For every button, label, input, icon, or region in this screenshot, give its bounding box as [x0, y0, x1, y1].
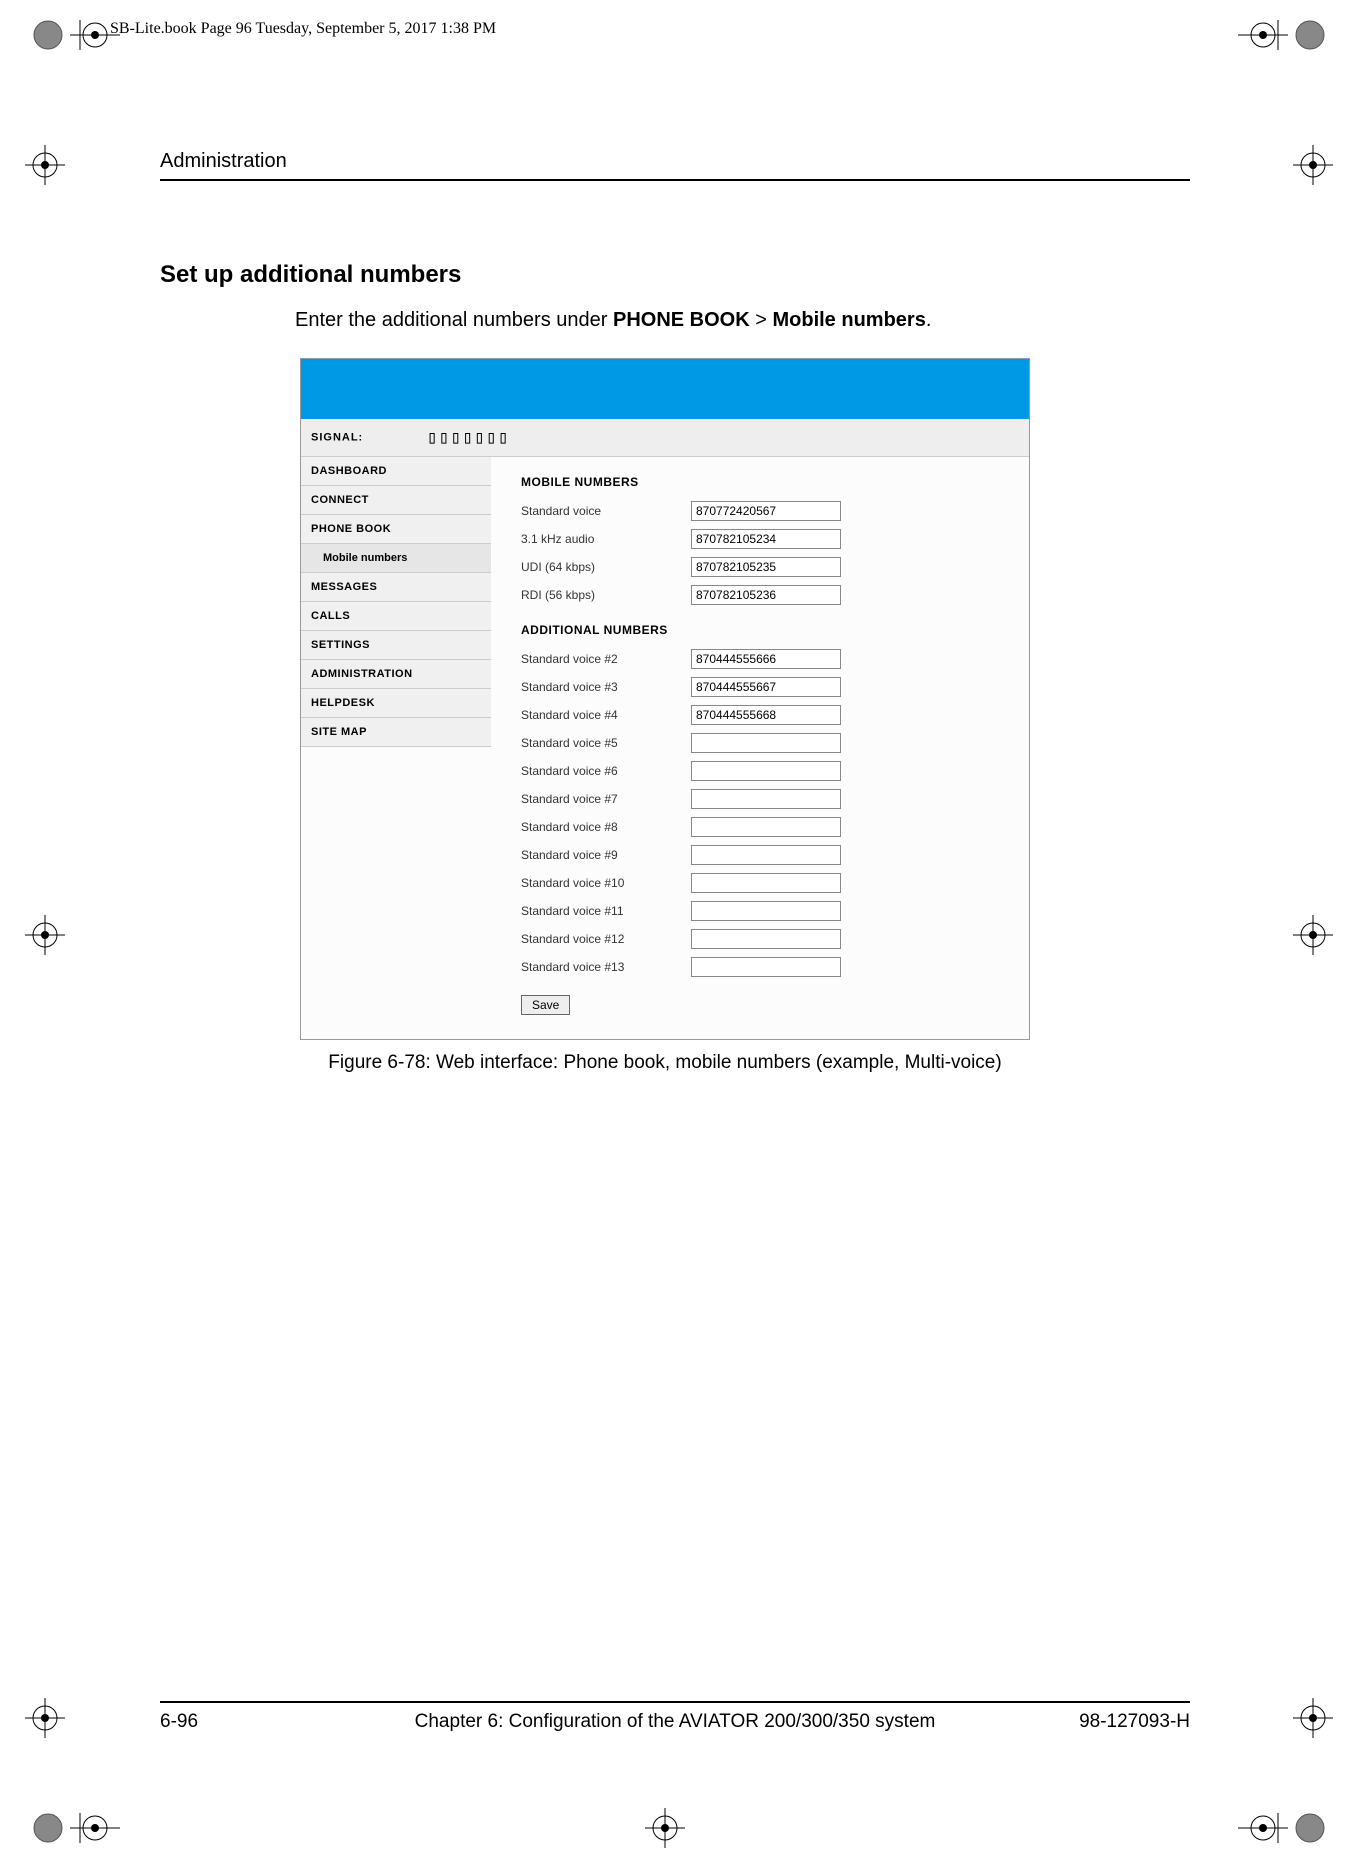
additional-number-row: Standard voice #7 [521, 789, 1009, 809]
additional-number-input[interactable] [691, 705, 841, 725]
nav-helpdesk[interactable]: HELPDESK [301, 689, 491, 718]
crop-header-text: SB-Lite.book Page 96 Tuesday, September … [110, 20, 496, 38]
additional-number-input[interactable] [691, 873, 841, 893]
additional-number-label: Standard voice #13 [521, 960, 691, 974]
nav-mobile-numbers[interactable]: Mobile numbers [301, 544, 491, 573]
mobile-number-input[interactable] [691, 501, 841, 521]
figure-caption: Figure 6-78: Web interface: Phone book, … [295, 1052, 1035, 1074]
additional-number-input[interactable] [691, 957, 841, 977]
additional-number-input[interactable] [691, 733, 841, 753]
additional-number-input[interactable] [691, 677, 841, 697]
additional-number-label: Standard voice #6 [521, 764, 691, 778]
additional-number-input[interactable] [691, 817, 841, 837]
figure: SIGNAL: ▯▯▯▯▯▯▯ DASHBOARD CONNECT PHONE … [295, 358, 1035, 1074]
crop-mark-icon [30, 10, 120, 60]
additional-number-row: Standard voice #10 [521, 873, 1009, 893]
crop-mark-icon [1288, 140, 1338, 190]
save-button[interactable]: Save [521, 995, 570, 1015]
nav-connect[interactable]: CONNECT [301, 486, 491, 515]
section-title: Set up additional numbers [160, 261, 1190, 289]
body-text-bold-phonebook: PHONE BOOK [613, 309, 750, 331]
additional-number-row: Standard voice #6 [521, 761, 1009, 781]
mobile-number-label: Standard voice [521, 504, 691, 518]
additional-number-label: Standard voice #11 [521, 904, 691, 918]
footer-chapter: Chapter 6: Configuration of the AVIATOR … [360, 1711, 990, 1733]
running-head: Administration [160, 150, 1190, 181]
additional-number-label: Standard voice #7 [521, 792, 691, 806]
crop-mark-icon [1238, 1803, 1328, 1853]
nav-administration[interactable]: ADMINISTRATION [301, 660, 491, 689]
webui-body: DASHBOARD CONNECT PHONE BOOK Mobile numb… [301, 457, 1029, 1039]
additional-number-label: Standard voice #8 [521, 820, 691, 834]
additional-number-row: Standard voice #5 [521, 733, 1009, 753]
page-content: Administration Set up additional numbers… [160, 150, 1190, 1074]
mobile-number-input[interactable] [691, 585, 841, 605]
mobile-number-row: RDI (56 kbps) [521, 585, 1009, 605]
mobile-number-row: 3.1 kHz audio [521, 529, 1009, 549]
nav-phonebook[interactable]: PHONE BOOK [301, 515, 491, 544]
mobile-number-row: UDI (64 kbps) [521, 557, 1009, 577]
mobile-number-row: Standard voice [521, 501, 1009, 521]
additional-number-input[interactable] [691, 845, 841, 865]
webui-header-bar [301, 359, 1029, 419]
additional-number-row: Standard voice #4 [521, 705, 1009, 725]
crop-mark-icon [30, 1803, 120, 1853]
footer-doc-number: 98-127093-H [990, 1711, 1190, 1733]
body-text: Enter the additional numbers under PHONE… [295, 309, 1190, 332]
additional-number-label: Standard voice #12 [521, 932, 691, 946]
additional-number-input[interactable] [691, 901, 841, 921]
crop-mark-icon [640, 1803, 690, 1853]
heading-mobile-numbers: MOBILE NUMBERS [521, 475, 1009, 489]
nav-sitemap[interactable]: SITE MAP [301, 718, 491, 747]
additional-number-row: Standard voice #9 [521, 845, 1009, 865]
crop-mark-icon [20, 910, 70, 960]
additional-number-input[interactable] [691, 929, 841, 949]
nav-settings[interactable]: SETTINGS [301, 631, 491, 660]
additional-number-row: Standard voice #3 [521, 677, 1009, 697]
webui-signal-bar: SIGNAL: ▯▯▯▯▯▯▯ [301, 419, 1029, 457]
signal-label: SIGNAL: [311, 432, 363, 444]
crop-mark-icon [1288, 1693, 1338, 1743]
additional-number-row: Standard voice #2 [521, 649, 1009, 669]
additional-number-row: Standard voice #8 [521, 817, 1009, 837]
webui-content: MOBILE NUMBERS Standard voice 3.1 kHz aud… [491, 457, 1029, 1039]
webui-screenshot: SIGNAL: ▯▯▯▯▯▯▯ DASHBOARD CONNECT PHONE … [300, 358, 1030, 1040]
additional-number-row: Standard voice #11 [521, 901, 1009, 921]
nav-dashboard[interactable]: DASHBOARD [301, 457, 491, 486]
additional-number-label: Standard voice #2 [521, 652, 691, 666]
mobile-number-input[interactable] [691, 529, 841, 549]
body-text-suffix: . [926, 309, 932, 331]
body-text-bold-mobilenumbers: Mobile numbers [772, 309, 925, 331]
mobile-number-label: 3.1 kHz audio [521, 532, 691, 546]
additional-number-label: Standard voice #9 [521, 848, 691, 862]
crop-mark-icon [20, 1693, 70, 1743]
crop-mark-icon [1288, 910, 1338, 960]
mobile-number-label: UDI (64 kbps) [521, 560, 691, 574]
mobile-number-input[interactable] [691, 557, 841, 577]
footer-page-number: 6-96 [160, 1711, 360, 1733]
heading-additional-numbers: ADDITIONAL NUMBERS [521, 623, 1009, 637]
additional-number-row: Standard voice #13 [521, 957, 1009, 977]
additional-number-label: Standard voice #3 [521, 680, 691, 694]
additional-number-label: Standard voice #5 [521, 736, 691, 750]
additional-number-input[interactable] [691, 789, 841, 809]
crop-mark-icon [20, 140, 70, 190]
additional-number-input[interactable] [691, 761, 841, 781]
additional-number-label: Standard voice #4 [521, 708, 691, 722]
crop-mark-icon [1238, 10, 1328, 60]
body-text-sep: > [750, 309, 773, 331]
mobile-number-label: RDI (56 kbps) [521, 588, 691, 602]
nav-calls[interactable]: CALLS [301, 602, 491, 631]
additional-number-row: Standard voice #12 [521, 929, 1009, 949]
page-footer: 6-96 Chapter 6: Configuration of the AVI… [160, 1701, 1190, 1733]
signal-bars-icon: ▯▯▯▯▯▯▯ [427, 427, 510, 448]
webui-nav: DASHBOARD CONNECT PHONE BOOK Mobile numb… [301, 457, 491, 747]
additional-number-input[interactable] [691, 649, 841, 669]
body-text-prefix: Enter the additional numbers under [295, 309, 613, 331]
nav-messages[interactable]: MESSAGES [301, 573, 491, 602]
additional-number-label: Standard voice #10 [521, 876, 691, 890]
